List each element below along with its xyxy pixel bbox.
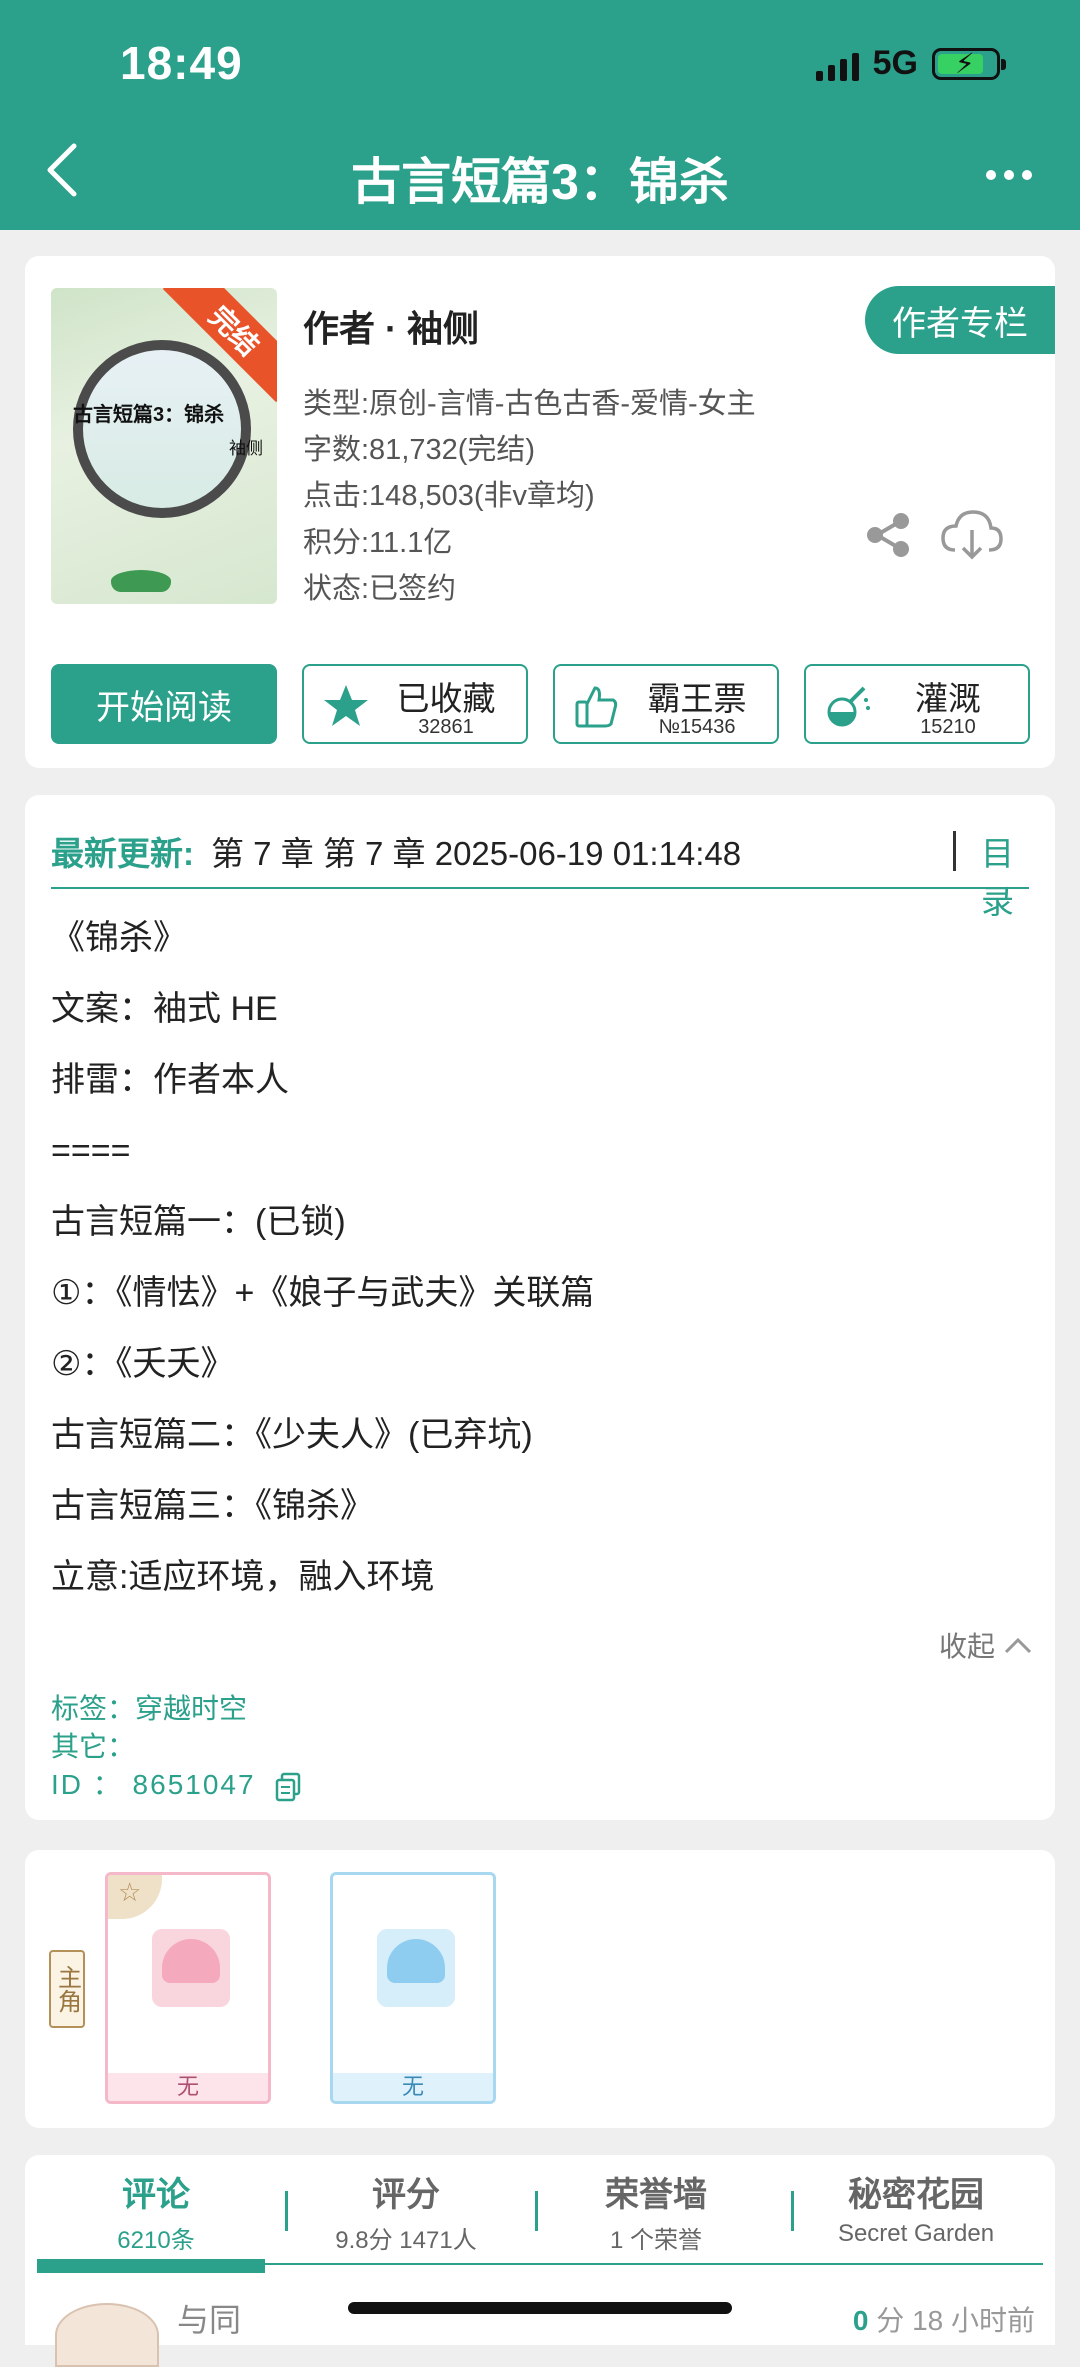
copy-icon[interactable] bbox=[275, 1772, 301, 1802]
other-line: 其它： bbox=[51, 1731, 136, 1762]
meta-points: 积分:11.1亿 bbox=[303, 527, 453, 559]
download-icon[interactable] bbox=[939, 506, 1005, 562]
book-info-card: 古言短篇3：锦杀 袖侧 完结 作者 · 袖侧 作者专栏 类型:原创-言情-古色古… bbox=[25, 256, 1055, 768]
character-avatar bbox=[377, 1929, 455, 2007]
status-indicators: 5G ⚡ bbox=[815, 44, 1006, 83]
tab-bar: 评论 6210条 评分 9.8分 1471人 荣誉墙 1 个荣誉 秘密花园 Se… bbox=[37, 2155, 1043, 2265]
avatar[interactable] bbox=[55, 2303, 159, 2367]
star-icon: ☆ bbox=[108, 1875, 162, 1919]
network-label: 5G bbox=[872, 44, 918, 82]
tab-secret-garden[interactable]: 秘密花园 Secret Garden bbox=[797, 2167, 1035, 2248]
tab-sublabel: 9.8分 1471人 bbox=[335, 2227, 477, 2254]
author-name[interactable]: 作者 · 袖侧 bbox=[303, 300, 479, 352]
cover-art bbox=[73, 340, 251, 518]
comment-score-unit: 分 bbox=[876, 2305, 905, 2336]
latest-update-text[interactable]: 第 7 章 第 7 章 2025-06-19 01:14:48 bbox=[211, 827, 741, 875]
id-line: ID ： 8651047 bbox=[51, 1763, 301, 1803]
collapse-label: 收起 bbox=[938, 1631, 995, 1662]
collapse-button[interactable]: 收起 bbox=[939, 1625, 1033, 1665]
comment-score: 0 bbox=[852, 2305, 869, 2336]
tab-honor-wall[interactable]: 荣誉墙 1 个荣誉 bbox=[537, 2167, 775, 2255]
tab-comments[interactable]: 评论 6210条 bbox=[37, 2167, 275, 2255]
water-label: 灌溉 bbox=[915, 680, 981, 717]
description-card: 最新更新: 第 7 章 第 7 章 2025-06-19 01:14:48 目录… bbox=[25, 795, 1055, 1820]
commenter-name[interactable]: 与同 bbox=[177, 2295, 241, 2341]
tab-label: 荣誉墙 bbox=[605, 2176, 707, 2214]
synopsis-line: 古言短篇二：《少夫人》(已弃坑) bbox=[51, 1416, 533, 1454]
tabs-card: 评论 6210条 评分 9.8分 1471人 荣誉墙 1 个荣誉 秘密花园 Se… bbox=[25, 2155, 1055, 2367]
role-tag: 主角 bbox=[49, 1950, 85, 2028]
synopsis-line: ①：《情怯》+《娘子与武夫》关联篇 bbox=[51, 1274, 595, 1312]
synopsis-line: ②：《夭夭》 bbox=[51, 1345, 235, 1383]
more-dots-icon[interactable] bbox=[974, 150, 1044, 200]
comment-meta: 0 分 18 小时前 bbox=[853, 2299, 1035, 2339]
book-cover[interactable]: 古言短篇3：锦杀 袖侧 完结 bbox=[51, 288, 277, 604]
cover-author: 袖侧 bbox=[229, 439, 263, 458]
tab-sublabel: 1 个荣誉 bbox=[609, 2227, 702, 2254]
water-button[interactable]: 灌溉 15210 bbox=[804, 664, 1030, 744]
battery-icon: ⚡ bbox=[932, 47, 1006, 80]
home-indicator bbox=[348, 2302, 732, 2314]
vote-label: 霸王票 bbox=[647, 680, 747, 717]
tab-rating[interactable]: 评分 9.8分 1471人 bbox=[287, 2167, 525, 2255]
character-name: 无 bbox=[333, 2073, 493, 2101]
top-header: 18:49 5G ⚡ 古言短篇3：锦杀 bbox=[0, 0, 1080, 230]
synopsis-line: ==== bbox=[51, 1132, 131, 1170]
character-name: 无 bbox=[108, 2073, 268, 2101]
meta-words: 字数:81,732(完结) bbox=[303, 434, 536, 466]
characters-card: 主角 ☆ 无 无 bbox=[25, 1850, 1055, 2128]
cover-leaves bbox=[111, 570, 171, 592]
favorite-button[interactable]: 已收藏 32861 bbox=[302, 664, 528, 744]
update-divider bbox=[51, 887, 1029, 889]
book-id: ID ： 8651047 bbox=[51, 1769, 256, 1800]
tab-label: 评分 bbox=[372, 2176, 440, 2214]
character-avatar bbox=[152, 1929, 230, 2007]
character-card[interactable]: ☆ 无 bbox=[105, 1872, 271, 2104]
author-column-button[interactable]: 作者专栏 bbox=[865, 286, 1055, 354]
vote-button[interactable]: 霸王票 №15436 bbox=[553, 664, 779, 744]
chevron-up-icon bbox=[1004, 1637, 1032, 1654]
synopsis-line: 排雷：作者本人 bbox=[51, 1061, 289, 1099]
tab-label: 评论 bbox=[122, 2176, 190, 2214]
synopsis-line: 立意:适应环境，融入环境 bbox=[51, 1558, 435, 1596]
watering-icon bbox=[827, 686, 870, 727]
tab-label: 秘密花园 bbox=[848, 2176, 984, 2214]
status-time: 18:49 bbox=[120, 37, 243, 89]
vote-count: №15436 bbox=[658, 716, 736, 738]
toc-link[interactable]: 目录 bbox=[981, 827, 1029, 923]
synopsis: 《锦杀》 文案：袖式 HE 排雷：作者本人 ==== 古言短篇一：(已锁) ①：… bbox=[51, 913, 1029, 1623]
tab-divider bbox=[791, 2191, 794, 2231]
tags-line[interactable]: 标签：穿越时空 bbox=[51, 1687, 247, 1727]
favorite-count: 32861 bbox=[418, 716, 474, 738]
comment-time: 18 小时前 bbox=[912, 2305, 1035, 2336]
water-count: 15210 bbox=[920, 716, 976, 738]
synopsis-line: 古言短篇一：(已锁) bbox=[51, 1203, 346, 1241]
star-icon bbox=[324, 685, 368, 726]
toc-divider bbox=[953, 831, 956, 871]
character-card[interactable]: 无 bbox=[330, 1872, 496, 2104]
synopsis-line: 文案：袖式 HE bbox=[51, 990, 278, 1028]
favorite-label: 已收藏 bbox=[396, 680, 496, 717]
active-tab-indicator bbox=[37, 2259, 265, 2273]
share-icon[interactable] bbox=[863, 510, 913, 560]
signal-icon bbox=[815, 47, 859, 81]
tab-sublabel: Secret Garden bbox=[837, 2220, 995, 2247]
thumbs-up-icon bbox=[575, 686, 618, 728]
start-reading-button[interactable]: 开始阅读 bbox=[51, 664, 277, 744]
synopsis-line: 《锦杀》 bbox=[51, 919, 187, 957]
synopsis-line: 古言短篇三：《锦杀》 bbox=[51, 1487, 374, 1525]
page-title: 古言短篇3：锦杀 bbox=[351, 154, 729, 210]
meta-clicks: 点击:148,503(非v章均) bbox=[303, 480, 595, 512]
cover-title: 古言短篇3：锦杀 bbox=[73, 404, 225, 426]
meta-type: 类型:原创-言情-古色古香-爱情-女主 bbox=[303, 388, 756, 420]
meta-status: 状态:已签约 bbox=[303, 573, 457, 605]
latest-update-label: 最新更新: bbox=[51, 835, 194, 872]
latest-update-row[interactable]: 最新更新: 第 7 章 第 7 章 2025-06-19 01:14:48 目录 bbox=[51, 821, 1029, 920]
tab-sublabel: 6210条 bbox=[117, 2227, 195, 2254]
